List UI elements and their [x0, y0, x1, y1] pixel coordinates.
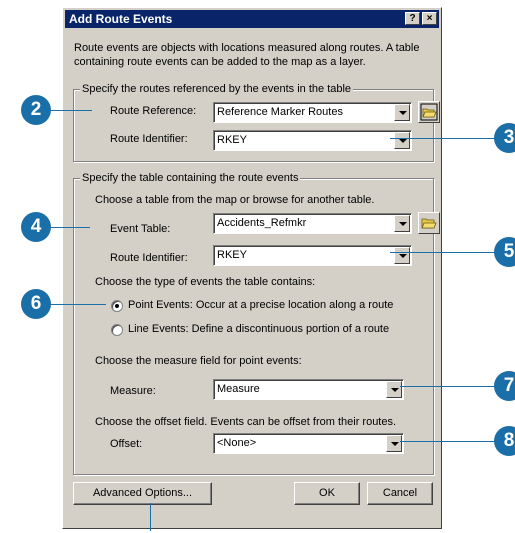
offset-dropdown[interactable]: <None>	[213, 433, 404, 454]
title-bar: Add Route Events ? ×	[65, 10, 439, 28]
event-table-value: Accidents_Refmkr	[217, 217, 307, 229]
route-identifier-value-1: RKEY	[217, 134, 247, 146]
ok-button[interactable]: OK	[294, 482, 360, 505]
chevron-down-icon[interactable]	[394, 104, 410, 121]
route-reference-label: Route Reference:	[110, 105, 197, 117]
chevron-down-icon[interactable]	[394, 215, 410, 232]
intro-text: Route events are objects with locations …	[74, 42, 420, 68]
route-identifier-dropdown-2[interactable]: RKEY	[213, 245, 412, 266]
measure-label: Measure:	[110, 385, 156, 397]
callout-7: 7	[494, 371, 515, 401]
callout-leader-5	[390, 252, 502, 253]
routes-groupbox: Specify the routes referenced by the eve…	[73, 83, 434, 162]
route-identifier-label-2: Route Identifier:	[110, 252, 188, 264]
browse-table-button[interactable]	[418, 212, 440, 234]
route-identifier-value-2: RKEY	[217, 249, 247, 261]
point-events-radio[interactable]	[111, 300, 123, 312]
measure-value: Measure	[217, 383, 260, 395]
dialog-title: Add Route Events	[69, 12, 173, 26]
callout-8: 8	[494, 426, 515, 456]
close-button[interactable]: ×	[422, 12, 437, 25]
line-events-label[interactable]: Line Events: Define a discontinuous port…	[128, 323, 389, 335]
cancel-button[interactable]: Cancel	[367, 482, 433, 505]
offset-label: Offset:	[110, 438, 143, 450]
help-button[interactable]: ?	[405, 12, 420, 25]
chevron-down-icon[interactable]	[394, 132, 410, 149]
open-folder-icon	[421, 218, 437, 229]
offset-text: Choose the offset field. Events can be o…	[95, 416, 397, 428]
callout-4: 4	[21, 212, 51, 242]
advanced-options-button[interactable]: Advanced Options...	[73, 482, 212, 505]
route-identifier-label-1: Route Identifier:	[110, 133, 188, 145]
route-reference-dropdown[interactable]: Reference Marker Routes	[213, 102, 412, 123]
point-events-label[interactable]: Point Events: Occur at a precise locatio…	[128, 299, 393, 311]
table-group-legend: Specify the table containing the route e…	[80, 172, 301, 184]
route-reference-value: Reference Marker Routes	[217, 106, 343, 118]
offset-value: <None>	[217, 437, 257, 449]
event-type-text: Choose the type of events the table cont…	[95, 276, 316, 288]
route-identifier-dropdown-1[interactable]: RKEY	[213, 130, 412, 151]
choose-table-text: Choose a table from the map or browse fo…	[95, 194, 375, 206]
chevron-down-icon[interactable]	[386, 435, 402, 452]
callout-5: 5	[494, 237, 515, 267]
callout-leader-7	[400, 386, 502, 387]
open-folder-icon	[420, 103, 438, 121]
event-table-label: Event Table:	[110, 223, 171, 235]
callout-2: 2	[21, 95, 51, 125]
measure-text: Choose the measure field for point event…	[95, 355, 302, 367]
measure-dropdown[interactable]: Measure	[213, 379, 404, 400]
add-route-events-dialog: Add Route Events ? × Route events are ob…	[62, 7, 442, 529]
browse-routes-button[interactable]	[418, 101, 440, 123]
callout-leader-8	[400, 441, 502, 442]
chevron-down-icon[interactable]	[386, 381, 402, 398]
callout-leader-advanced	[150, 503, 151, 531]
callout-leader-3	[390, 138, 502, 139]
chevron-down-icon[interactable]	[394, 247, 410, 264]
event-table-dropdown[interactable]: Accidents_Refmkr	[213, 213, 412, 234]
routes-group-legend: Specify the routes referenced by the eve…	[80, 83, 354, 95]
callout-6: 6	[21, 289, 51, 319]
line-events-radio[interactable]	[111, 324, 123, 336]
callout-3: 3	[494, 123, 515, 153]
